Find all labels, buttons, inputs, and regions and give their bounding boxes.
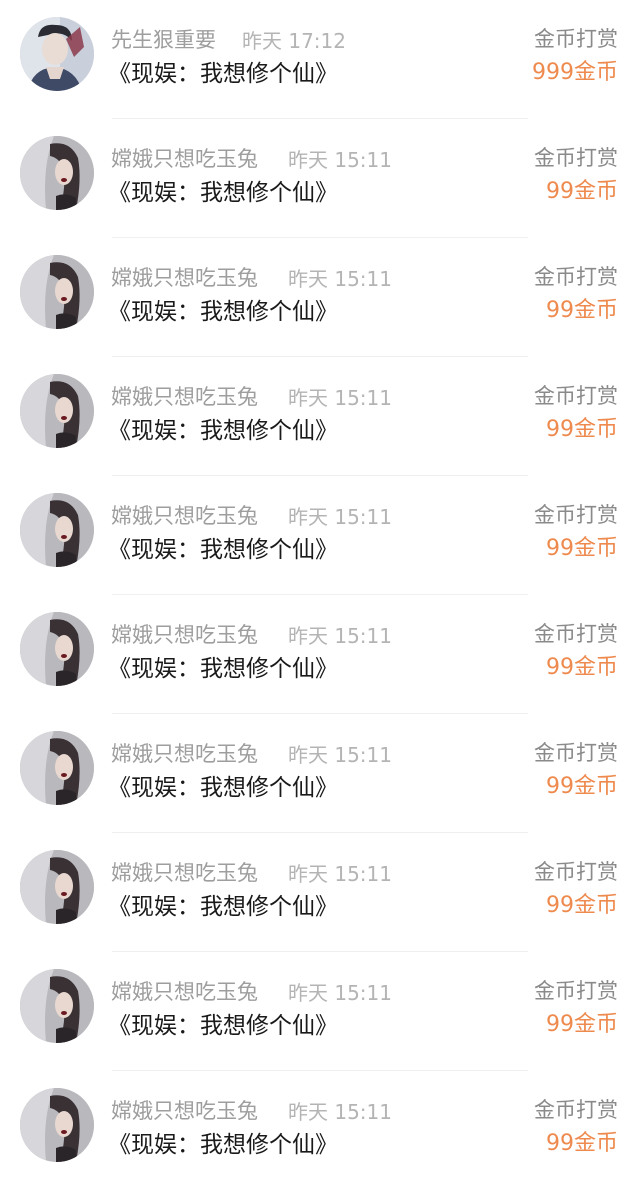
user-name[interactable]: 嫦娥只想吃玉兔	[111, 145, 258, 173]
reward-type-label: 金币打赏	[534, 146, 618, 170]
reward-amount: 99金币	[546, 417, 618, 442]
book-title[interactable]: 《现娱：我想修个仙》	[108, 1011, 338, 1041]
avatar-portrait-woman-icon[interactable]	[20, 493, 94, 567]
reward-row[interactable]: 嫦娥只想吃玉兔 昨天 15:11 《现娱：我想修个仙》 金币打赏 99金币	[0, 1071, 640, 1190]
avatar-portrait-woman-icon[interactable]	[20, 374, 94, 448]
book-title[interactable]: 《现娱：我想修个仙》	[108, 416, 338, 446]
reward-row[interactable]: 嫦娥只想吃玉兔 昨天 15:11 《现娱：我想修个仙》 金币打赏 99金币	[0, 238, 640, 357]
avatar-portrait-woman-icon[interactable]	[20, 612, 94, 686]
user-name[interactable]: 嫦娥只想吃玉兔	[111, 740, 258, 768]
reward-amount: 99金币	[546, 774, 618, 799]
book-title[interactable]: 《现娱：我想修个仙》	[108, 178, 338, 208]
reward-type-label: 金币打赏	[534, 384, 618, 408]
user-name[interactable]: 嫦娥只想吃玉兔	[111, 859, 258, 887]
reward-amount: 99金币	[546, 1131, 618, 1156]
reward-amount: 99金币	[546, 298, 618, 323]
timestamp: 昨天 15:11	[288, 505, 392, 529]
reward-amount: 999金币	[532, 60, 618, 85]
reward-type-label: 金币打赏	[534, 265, 618, 289]
avatar-portrait-woman-icon[interactable]	[20, 1088, 94, 1162]
reward-row[interactable]: 嫦娥只想吃玉兔 昨天 15:11 《现娱：我想修个仙》 金币打赏 99金币	[0, 952, 640, 1071]
book-title[interactable]: 《现娱：我想修个仙》	[108, 892, 338, 922]
book-title[interactable]: 《现娱：我想修个仙》	[108, 654, 338, 684]
user-name[interactable]: 嫦娥只想吃玉兔	[111, 621, 258, 649]
reward-amount: 99金币	[546, 536, 618, 561]
avatar-portrait-woman-icon[interactable]	[20, 850, 94, 924]
user-name[interactable]: 嫦娥只想吃玉兔	[111, 978, 258, 1006]
timestamp: 昨天 15:11	[288, 862, 392, 886]
reward-row[interactable]: 嫦娥只想吃玉兔 昨天 15:11 《现娱：我想修个仙》 金币打赏 99金币	[0, 119, 640, 238]
timestamp: 昨天 15:11	[288, 148, 392, 172]
reward-row[interactable]: 先生狠重要 昨天 17:12 《现娱：我想修个仙》 金币打赏 999金币	[0, 0, 640, 119]
timestamp: 昨天 15:11	[288, 743, 392, 767]
avatar-portrait-woman-icon[interactable]	[20, 255, 94, 329]
reward-list: 先生狠重要 昨天 17:12 《现娱：我想修个仙》 金币打赏 999金币 嫦娥只…	[0, 0, 640, 1188]
reward-amount: 99金币	[546, 179, 618, 204]
timestamp: 昨天 15:11	[288, 1100, 392, 1124]
reward-type-label: 金币打赏	[534, 741, 618, 765]
timestamp: 昨天 15:11	[288, 981, 392, 1005]
reward-type-label: 金币打赏	[534, 1098, 618, 1122]
avatar-portrait-woman-icon[interactable]	[20, 969, 94, 1043]
user-name[interactable]: 先生狠重要	[111, 26, 216, 54]
reward-amount: 99金币	[546, 655, 618, 680]
reward-amount: 99金币	[546, 893, 618, 918]
reward-type-label: 金币打赏	[534, 27, 618, 51]
reward-type-label: 金币打赏	[534, 622, 618, 646]
book-title[interactable]: 《现娱：我想修个仙》	[108, 59, 338, 89]
reward-amount: 99金币	[546, 1012, 618, 1037]
book-title[interactable]: 《现娱：我想修个仙》	[108, 1130, 338, 1160]
avatar-portrait-woman-icon[interactable]	[20, 731, 94, 805]
user-name[interactable]: 嫦娥只想吃玉兔	[111, 1097, 258, 1125]
reward-row[interactable]: 嫦娥只想吃玉兔 昨天 15:11 《现娱：我想修个仙》 金币打赏 99金币	[0, 595, 640, 714]
avatar-portrait-woman-icon[interactable]	[20, 136, 94, 210]
timestamp: 昨天 17:12	[242, 29, 346, 53]
user-name[interactable]: 嫦娥只想吃玉兔	[111, 383, 258, 411]
user-name[interactable]: 嫦娥只想吃玉兔	[111, 502, 258, 530]
book-title[interactable]: 《现娱：我想修个仙》	[108, 297, 338, 327]
reward-row[interactable]: 嫦娥只想吃玉兔 昨天 15:11 《现娱：我想修个仙》 金币打赏 99金币	[0, 714, 640, 833]
reward-row[interactable]: 嫦娥只想吃玉兔 昨天 15:11 《现娱：我想修个仙》 金币打赏 99金币	[0, 357, 640, 476]
timestamp: 昨天 15:11	[288, 386, 392, 410]
reward-type-label: 金币打赏	[534, 503, 618, 527]
user-name[interactable]: 嫦娥只想吃玉兔	[111, 264, 258, 292]
book-title[interactable]: 《现娱：我想修个仙》	[108, 535, 338, 565]
reward-row[interactable]: 嫦娥只想吃玉兔 昨天 15:11 《现娱：我想修个仙》 金币打赏 99金币	[0, 833, 640, 952]
timestamp: 昨天 15:11	[288, 624, 392, 648]
timestamp: 昨天 15:11	[288, 267, 392, 291]
reward-type-label: 金币打赏	[534, 979, 618, 1003]
reward-type-label: 金币打赏	[534, 860, 618, 884]
book-title[interactable]: 《现娱：我想修个仙》	[108, 773, 338, 803]
avatar-portrait-man-icon[interactable]	[20, 17, 94, 91]
reward-row[interactable]: 嫦娥只想吃玉兔 昨天 15:11 《现娱：我想修个仙》 金币打赏 99金币	[0, 476, 640, 595]
